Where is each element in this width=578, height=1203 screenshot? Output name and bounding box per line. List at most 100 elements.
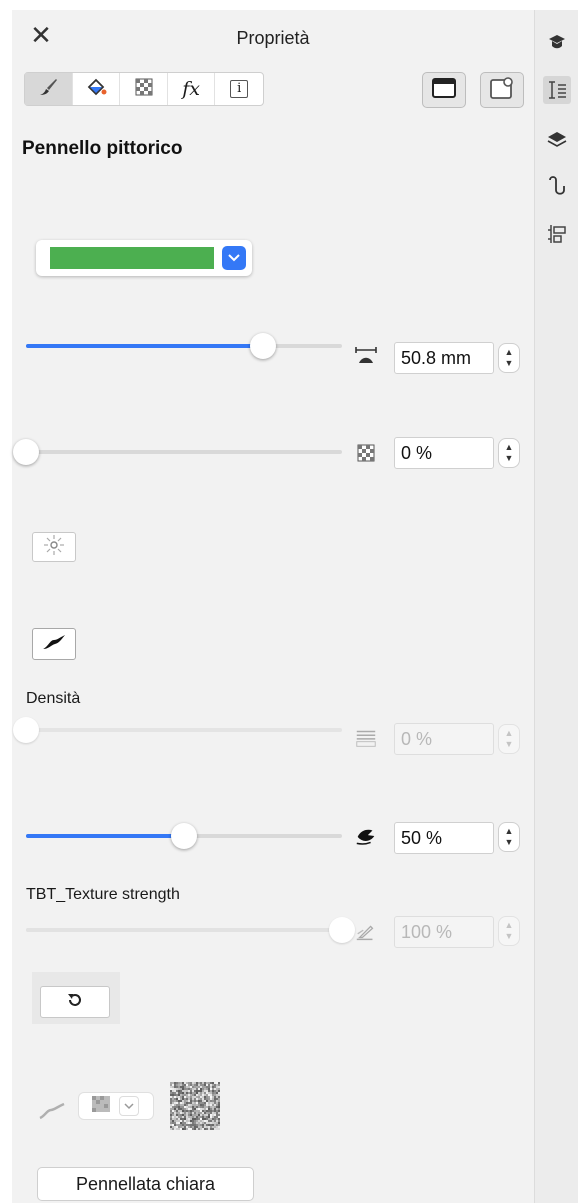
chevron-down-icon[interactable]: ▼ <box>505 739 514 750</box>
texture-noise-cell <box>202 1118 204 1120</box>
texture-noise-cell <box>212 1084 214 1086</box>
window-pin-button[interactable] <box>480 72 524 108</box>
texture-noise-cell <box>194 1092 196 1094</box>
texture-noise-cell <box>174 1124 176 1126</box>
size-stepper[interactable]: ▲ ▼ <box>498 343 520 373</box>
texture-noise-cell <box>188 1084 190 1086</box>
hint-hat-icon[interactable] <box>543 28 571 56</box>
texture-noise-cell <box>210 1108 212 1110</box>
density-stepper[interactable]: ▲ ▼ <box>498 724 520 754</box>
properties-icon[interactable] <box>543 76 571 104</box>
texture-noise-cell <box>218 1082 220 1084</box>
color-picker[interactable] <box>36 240 252 276</box>
tab-info[interactable]: i <box>215 73 263 105</box>
size-slider[interactable] <box>26 332 342 360</box>
window-button[interactable] <box>422 72 466 108</box>
chevron-up-icon[interactable]: ▲ <box>505 442 514 453</box>
chevron-down-icon[interactable]: ▼ <box>505 358 514 369</box>
stroke-preset-button[interactable]: Pennellata chiara <box>37 1167 254 1201</box>
stroke-style-button[interactable] <box>32 628 76 660</box>
texture-noise-cell <box>170 1096 172 1098</box>
fx-icon: fx <box>182 78 200 100</box>
chevron-down-icon[interactable]: ▼ <box>505 453 514 464</box>
texture-noise-cell <box>208 1124 210 1126</box>
fill-bucket-icon <box>85 76 107 103</box>
texture-noise-cell <box>208 1092 210 1094</box>
texture-noise-cell <box>216 1082 218 1084</box>
reset-button[interactable] <box>40 986 110 1018</box>
texture-noise-cell <box>182 1118 184 1120</box>
texture-noise-cell <box>210 1126 212 1128</box>
texture-noise-cell <box>190 1094 192 1096</box>
texture-noise-cell <box>210 1128 212 1130</box>
texture-strength-slider[interactable] <box>26 916 355 944</box>
texture-noise-cell <box>196 1112 198 1114</box>
texture-noise-cell <box>204 1126 206 1128</box>
texture-noise-cell <box>186 1120 188 1122</box>
tab-brush[interactable] <box>25 73 73 105</box>
chevron-down-icon[interactable] <box>222 246 246 270</box>
size-field[interactable]: 50.8 mm <box>394 342 494 374</box>
texture-noise-cell <box>216 1128 218 1130</box>
chevron-up-icon[interactable]: ▲ <box>505 920 514 931</box>
tab-transparency[interactable] <box>120 73 168 105</box>
tab-fill[interactable] <box>73 73 121 105</box>
chevron-down-icon[interactable]: ▼ <box>505 931 514 942</box>
density-slider[interactable] <box>13 716 342 744</box>
curve-icon[interactable] <box>543 172 571 200</box>
texture-noise-cell <box>182 1088 184 1090</box>
texture-noise-cell <box>200 1118 202 1120</box>
texture-noise-cell <box>218 1092 220 1094</box>
texture-noise-cell <box>180 1114 182 1116</box>
chevron-down-icon[interactable] <box>119 1096 139 1116</box>
transparency-stepper[interactable]: ▲ ▼ <box>498 438 520 468</box>
texture-noise-cell <box>196 1090 198 1092</box>
texture-noise-cell <box>210 1084 212 1086</box>
texture-noise-cell <box>202 1124 204 1126</box>
texture-noise-cell <box>214 1106 216 1108</box>
texture-noise-cell <box>210 1104 212 1106</box>
tab-effects[interactable]: fx <box>168 73 216 105</box>
texture-noise-cell <box>198 1096 200 1098</box>
transparency-slider[interactable] <box>13 438 342 466</box>
texture-noise-cell <box>202 1128 204 1130</box>
texture-noise-cell <box>182 1084 184 1086</box>
smoothing-slider[interactable] <box>26 822 342 850</box>
slider-thumb[interactable] <box>329 917 355 943</box>
texture-noise-cell <box>172 1084 174 1086</box>
texture-noise-cell <box>188 1100 190 1102</box>
align-icon[interactable] <box>543 220 571 248</box>
slider-thumb[interactable] <box>13 439 39 465</box>
texture-strength-field[interactable]: 100 % <box>394 916 494 948</box>
texture-noise-cell <box>216 1090 218 1092</box>
transparency-field[interactable]: 0 % <box>394 437 494 469</box>
texture-noise-cell <box>178 1116 180 1118</box>
texture-noise-cell <box>206 1104 208 1106</box>
window-icon <box>432 77 456 103</box>
texture-noise-cell <box>192 1096 194 1098</box>
slider-thumb[interactable] <box>250 333 276 359</box>
texture-noise-cell <box>182 1106 184 1108</box>
chevron-up-icon[interactable]: ▲ <box>505 728 514 739</box>
density-field[interactable]: 0 % <box>394 723 494 755</box>
chevron-down-icon[interactable]: ▼ <box>505 837 514 848</box>
texture-noise-cell <box>194 1084 196 1086</box>
texture-noise-cell <box>182 1112 184 1114</box>
chevron-up-icon[interactable]: ▲ <box>505 347 514 358</box>
texture-noise-cell <box>206 1118 208 1120</box>
texture-noise-cell <box>170 1088 172 1090</box>
texture-noise-cell <box>202 1114 204 1116</box>
blend-mode-button[interactable] <box>32 532 76 562</box>
texture-noise-cell <box>212 1116 214 1118</box>
slider-thumb[interactable] <box>13 717 39 743</box>
texture-dropdown[interactable] <box>78 1092 154 1120</box>
smoothing-field[interactable]: 50 % <box>394 822 494 854</box>
texture-noise-cell <box>186 1090 188 1092</box>
texture-noise-cell <box>218 1124 220 1126</box>
chevron-up-icon[interactable]: ▲ <box>505 826 514 837</box>
layers-icon[interactable] <box>543 126 571 154</box>
slider-thumb[interactable] <box>171 823 197 849</box>
texture-strength-stepper[interactable]: ▲ ▼ <box>498 916 520 946</box>
smoothing-stepper[interactable]: ▲ ▼ <box>498 822 520 852</box>
texture-noise-cell <box>182 1108 184 1110</box>
